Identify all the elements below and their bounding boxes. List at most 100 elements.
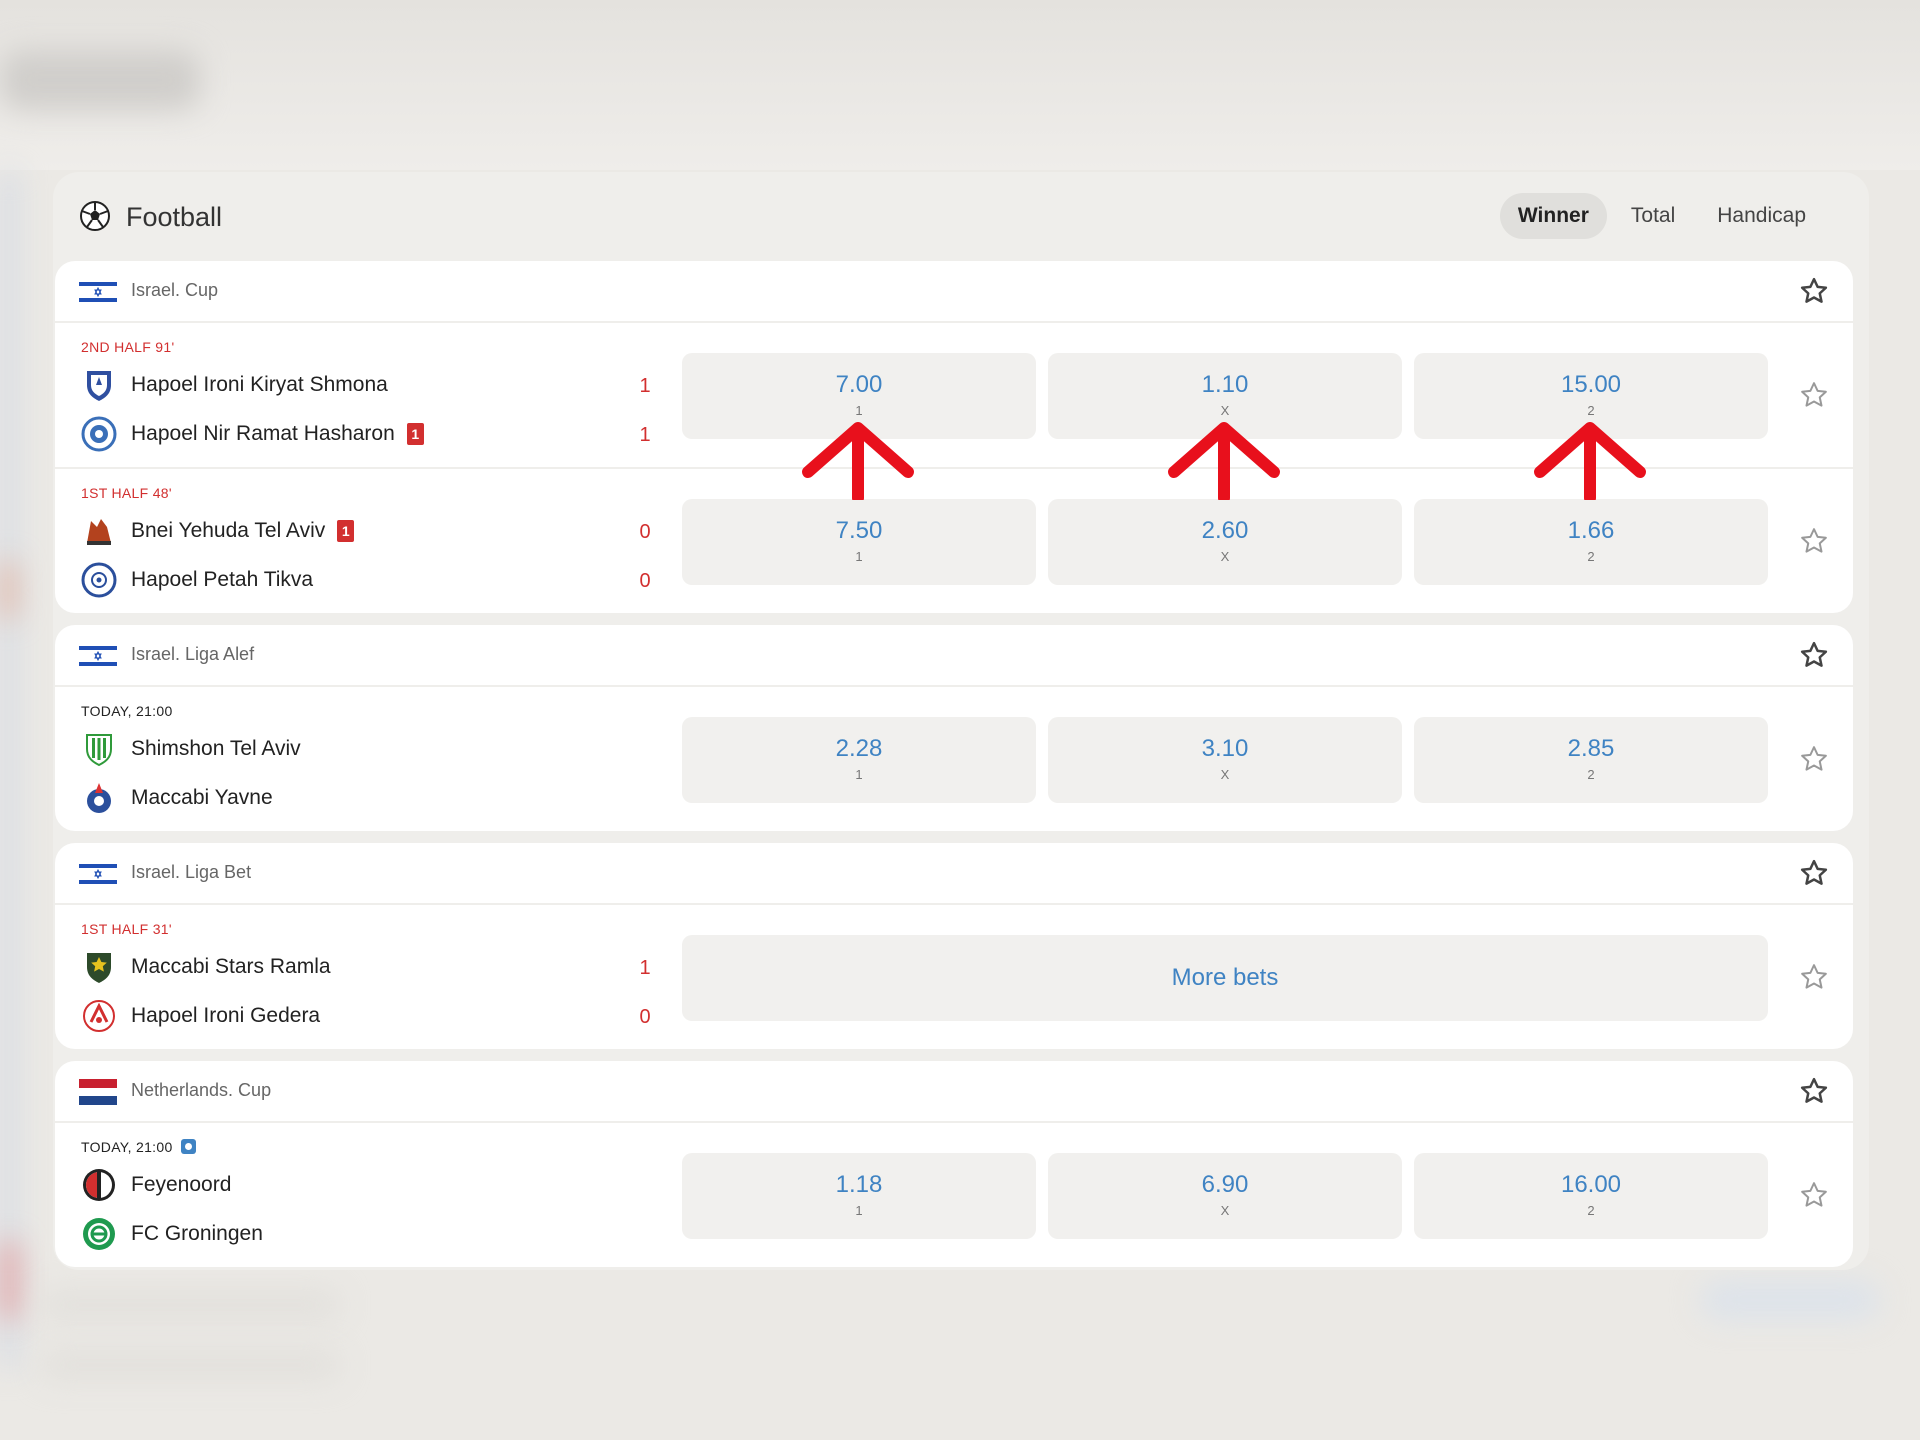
odd-label: X	[1220, 403, 1230, 418]
stream-badge-icon	[180, 1138, 196, 1154]
blurred-button	[1700, 1280, 1880, 1320]
odd-label: X	[1220, 767, 1230, 782]
israel-flag-icon	[79, 861, 117, 887]
odd-label: 1	[855, 403, 863, 418]
maccabi-stars-ramla-logo-icon	[87, 953, 111, 983]
fc-groningen-logo-icon	[83, 1218, 115, 1250]
team-name: Hapoel Nir Ramat Hasharon	[131, 422, 395, 445]
odd-button-away[interactable]: 2.85 2	[1414, 717, 1768, 803]
team-name: Maccabi Stars Ramla	[131, 955, 331, 978]
event-row[interactable]: TODAY, 21:00 Feyenoord FC Groningen 1.18…	[55, 1123, 1853, 1267]
team-away: FC Groningen	[81, 1216, 263, 1252]
israel-flag-icon	[79, 643, 117, 669]
blurred-header	[0, 0, 1920, 170]
blurred-sidebar-item	[0, 560, 16, 620]
favorite-star-icon[interactable]	[1799, 380, 1829, 410]
favorite-star-icon[interactable]	[1799, 526, 1829, 556]
odd-button-away[interactable]: 16.00 2	[1414, 1153, 1768, 1239]
bnei-yehuda-logo-icon	[87, 519, 111, 545]
score-away: 0	[639, 1006, 651, 1028]
team-home: Maccabi Stars Ramla	[81, 949, 331, 985]
odd-value: 7.00	[835, 371, 883, 398]
event-row[interactable]: 1ST HALF 31' Maccabi Stars Ramla Hapoel …	[55, 905, 1853, 1049]
team-away: Hapoel Nir Ramat Hasharon 1	[81, 416, 424, 452]
odd-label: 1	[855, 767, 863, 782]
score-home: 0	[639, 521, 651, 543]
odd-button-home[interactable]: 7.50 1	[682, 499, 1036, 585]
match-time: TODAY, 21:00	[81, 1138, 196, 1156]
odd-value: 2.28	[835, 735, 883, 762]
tab-handicap[interactable]: Handicap	[1699, 193, 1824, 239]
favorite-star-icon[interactable]	[1799, 276, 1829, 306]
odd-button-home[interactable]: 2.28 1	[682, 717, 1036, 803]
more-bets-button[interactable]: More bets	[682, 935, 1768, 1021]
favorite-star-icon[interactable]	[1799, 1180, 1829, 1210]
shimshon-logo-icon	[86, 734, 112, 767]
red-card-badge: 1	[337, 520, 355, 542]
league-name: Israel. Cup	[131, 280, 219, 300]
odd-button-home[interactable]: 1.18 1	[682, 1153, 1036, 1239]
odd-value: 1.10	[1201, 371, 1249, 398]
score-home: 1	[639, 957, 651, 979]
odd-label: 2	[1587, 767, 1595, 782]
score-away: 0	[639, 570, 651, 592]
odd-button-draw[interactable]: 2.60 X	[1048, 499, 1402, 585]
petah-tikva-logo-icon	[81, 562, 117, 598]
odd-button-draw[interactable]: 3.10 X	[1048, 717, 1402, 803]
favorite-star-icon[interactable]	[1799, 962, 1829, 992]
odd-label: X	[1220, 549, 1230, 564]
odd-button-away[interactable]: 1.66 2	[1414, 499, 1768, 585]
odd-label: 2	[1587, 1203, 1595, 1218]
team-away: Hapoel Petah Tikva	[81, 562, 313, 598]
match-time-text: TODAY, 21:00	[81, 1139, 173, 1155]
ramat-hasharon-logo-icon	[81, 416, 117, 452]
odd-value: 7.50	[835, 517, 883, 544]
sport-title: Football	[126, 202, 223, 232]
score-home: 1	[639, 375, 651, 397]
odd-label: 1	[855, 1203, 863, 1218]
odd-value: 1.18	[835, 1171, 883, 1198]
team-name: Hapoel Petah Tikva	[131, 568, 314, 591]
tab-winner[interactable]: Winner	[1499, 193, 1607, 239]
annotation-arrow-icon	[1534, 422, 1646, 500]
odd-button-draw[interactable]: 6.90 X	[1048, 1153, 1402, 1239]
feyenoord-logo-icon	[83, 1169, 115, 1201]
league-card-israel-liga-bet: Israel. Liga Bet 1ST HALF 31' Maccabi St…	[55, 843, 1853, 1049]
odd-value: 1.66	[1567, 517, 1615, 544]
red-card-badge: 1	[406, 423, 424, 445]
league-card-israel-liga-alef: Israel. Liga Alef TODAY, 21:00 Shimshon …	[55, 625, 1853, 831]
score-away: 1	[639, 424, 651, 446]
odd-value: 15.00	[1560, 371, 1622, 398]
favorite-star-icon[interactable]	[1799, 744, 1829, 774]
team-away: Hapoel Ironi Gedera	[81, 998, 320, 1034]
team-name: Shimshon Tel Aviv	[131, 737, 301, 760]
league-header: Israel. Liga Alef	[55, 625, 1853, 687]
team-name: Hapoel Ironi Gedera	[131, 1004, 321, 1027]
annotation-arrow-icon	[1168, 422, 1280, 500]
team-name: Hapoel Ironi Kiryat Shmona	[131, 373, 388, 396]
panel-header: Football Winner Total Handicap	[53, 172, 1869, 260]
israel-flag-icon	[79, 279, 117, 305]
favorite-star-icon[interactable]	[1799, 858, 1829, 888]
league-name: Israel. Liga Alef	[131, 644, 255, 664]
blurred-row	[40, 1350, 340, 1380]
annotation-arrow-icon	[802, 422, 914, 500]
football-panel: Football Winner Total Handicap Israel. C…	[53, 172, 1869, 1270]
league-name: Netherlands. Cup	[131, 1080, 272, 1100]
match-status: 1ST HALF 31'	[81, 921, 172, 937]
team-name: Feyenoord	[131, 1173, 232, 1196]
event-row[interactable]: TODAY, 21:00 Shimshon Tel Aviv Maccabi Y…	[55, 687, 1853, 831]
tab-total[interactable]: Total	[1613, 193, 1693, 239]
league-card-netherlands-cup: Netherlands. Cup TODAY, 21:00 Feyenoord …	[55, 1061, 1853, 1267]
market-tabs: Winner Total Handicap	[1494, 193, 1824, 239]
maccabi-yavne-logo-icon	[87, 783, 111, 813]
match-status: 2ND HALF 91'	[81, 339, 175, 355]
favorite-star-icon[interactable]	[1799, 640, 1829, 670]
team-away: Maccabi Yavne	[81, 780, 273, 816]
team-home: Hapoel Ironi Kiryat Shmona	[81, 367, 388, 403]
favorite-star-icon[interactable]	[1799, 1076, 1829, 1106]
team-name: Bnei Yehuda Tel Aviv	[131, 519, 326, 542]
odd-value: 6.90	[1201, 1171, 1249, 1198]
odd-label: 2	[1587, 403, 1595, 418]
odd-label: 1	[855, 549, 863, 564]
